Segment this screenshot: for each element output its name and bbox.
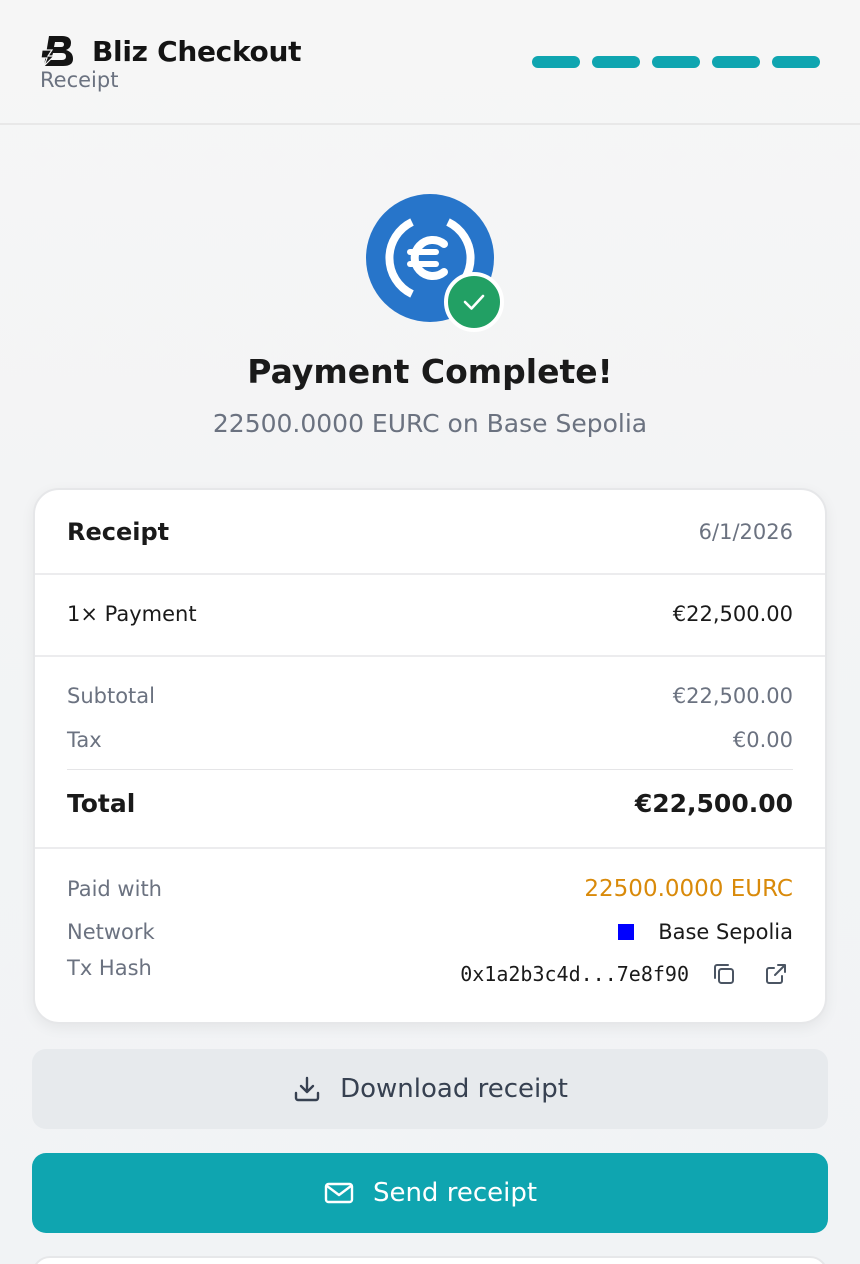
mail-icon — [324, 1182, 354, 1204]
tx-hash-wrap: 0x1a2b3c4d...7e8f90 — [460, 957, 793, 991]
page-subtitle: Receipt — [40, 68, 119, 92]
subtotal-amount: €22,500.00 — [672, 684, 793, 708]
bliz-logo-icon — [40, 36, 73, 67]
progress-step — [772, 56, 820, 68]
tx-hash-label: Tx Hash — [67, 956, 152, 980]
receipt-card: Receipt 6/1/2026 1× Payment €22,500.00 S… — [33, 488, 827, 1024]
receipt-date: 6/1/2026 — [698, 520, 793, 544]
next-section-card — [32, 1256, 828, 1264]
progress-step — [532, 56, 580, 68]
divider — [35, 655, 825, 657]
payment-status-icon — [366, 194, 506, 334]
line-item-amount: €22,500.00 — [672, 602, 793, 626]
tx-hash-row: Tx Hash 0x1a2b3c4d...7e8f90 — [67, 956, 793, 992]
network-color-swatch — [618, 924, 635, 940]
line-item-label: 1× Payment — [67, 602, 197, 626]
progress-steps — [532, 56, 820, 68]
receipt-header: Receipt 6/1/2026 — [67, 516, 793, 548]
download-receipt-button[interactable]: Download receipt — [32, 1049, 828, 1129]
paid-with-label: Paid with — [67, 877, 162, 901]
divider — [35, 847, 825, 849]
network-label: Network — [67, 920, 155, 944]
network-value: Base Sepolia — [618, 920, 793, 944]
payment-summary: 22500.0000 EURC on Base Sepolia — [212, 409, 648, 438]
paid-with-value: 22500.0000 EURC — [584, 876, 793, 902]
network-row: Network Base Sepolia — [67, 916, 793, 948]
tax-label: Tax — [67, 728, 102, 752]
check-icon — [444, 272, 504, 332]
subtotal-label: Subtotal — [67, 684, 155, 708]
total-amount: €22,500.00 — [634, 788, 793, 818]
paid-with-row: Paid with 22500.0000 EURC — [67, 872, 793, 906]
subtotal-row: Subtotal €22,500.00 — [67, 680, 793, 712]
download-receipt-label: Download receipt — [340, 1074, 568, 1104]
header: Bliz Checkout Receipt — [0, 0, 860, 125]
line-item-row: 1× Payment €22,500.00 — [67, 598, 793, 630]
page-title: Payment Complete! — [247, 352, 613, 391]
download-icon — [294, 1076, 320, 1102]
brand: Bliz Checkout — [40, 32, 301, 70]
brand-name: Bliz Checkout — [92, 34, 302, 68]
tax-amount: €0.00 — [732, 728, 793, 752]
divider — [67, 769, 793, 770]
divider — [35, 573, 825, 575]
total-row: Total €22,500.00 — [67, 786, 793, 820]
total-label: Total — [67, 788, 136, 818]
network-name: Base Sepolia — [658, 920, 793, 944]
progress-step — [592, 56, 640, 68]
external-link-icon[interactable] — [759, 957, 793, 991]
receipt-heading: Receipt — [67, 518, 170, 546]
send-receipt-button[interactable]: Send receipt — [32, 1153, 828, 1233]
progress-step — [652, 56, 700, 68]
tx-hash-value[interactable]: 0x1a2b3c4d...7e8f90 — [460, 962, 689, 986]
progress-step — [712, 56, 760, 68]
copy-icon[interactable] — [707, 957, 741, 991]
tax-row: Tax €0.00 — [67, 724, 793, 756]
send-receipt-label: Send receipt — [372, 1178, 538, 1208]
